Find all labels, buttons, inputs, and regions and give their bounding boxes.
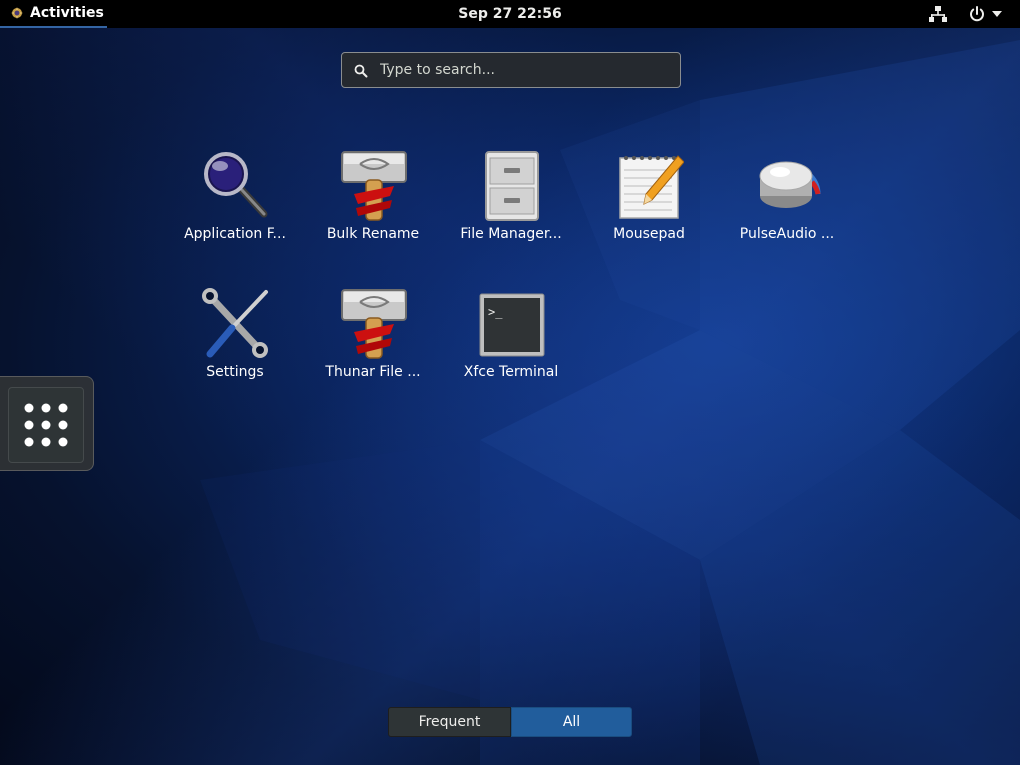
clock[interactable]: Sep 27 22:56 (458, 6, 561, 22)
dash (0, 376, 94, 471)
activities-label: Activities (30, 5, 104, 21)
app-label: Xfce Terminal (463, 364, 559, 380)
activities-button[interactable]: Activities (0, 0, 107, 28)
grid-icon (24, 403, 68, 447)
activities-logo-icon (10, 6, 24, 20)
hammer-icon (340, 150, 408, 222)
top-bar: Activities Sep 27 22:56 (0, 0, 1020, 28)
power-icon (968, 5, 986, 23)
app-pulseaudio[interactable]: PulseAudio ... (718, 150, 856, 270)
tools-icon (202, 288, 270, 360)
app-label: Settings (206, 364, 264, 380)
volume-knob-icon (754, 150, 822, 222)
show-applications-button[interactable] (8, 387, 84, 463)
app-label: Mousepad (613, 226, 685, 242)
app-file-manager[interactable]: File Manager... (442, 150, 580, 270)
app-label: Bulk Rename (326, 226, 420, 242)
app-label: Application F... (184, 226, 286, 242)
search-icon (354, 63, 368, 78)
app-xfce-terminal[interactable]: >_ Xfce Terminal (442, 288, 580, 408)
view-switcher: Frequent All (388, 707, 632, 737)
notepad-icon (616, 150, 685, 222)
file-cabinet-icon (478, 150, 546, 222)
search-input[interactable] (378, 61, 672, 79)
tab-frequent[interactable]: Frequent (388, 707, 511, 737)
app-label: Thunar File ... (325, 364, 421, 380)
search-box[interactable] (341, 52, 681, 88)
app-settings[interactable]: Settings (166, 288, 304, 408)
network-icon[interactable] (928, 5, 948, 23)
app-application-finder[interactable]: Application F... (166, 150, 304, 270)
tab-all[interactable]: All (511, 707, 632, 737)
app-mousepad[interactable]: Mousepad (580, 150, 718, 270)
system-menu[interactable] (968, 4, 1012, 24)
app-label: PulseAudio ... (739, 226, 835, 242)
app-label: File Manager... (460, 226, 562, 242)
magnifier-icon (202, 150, 270, 222)
terminal-icon: >_ (478, 288, 546, 360)
app-bulk-rename[interactable]: Bulk Rename (304, 150, 442, 270)
svg-text:>_: >_ (488, 305, 503, 319)
hammer-icon (340, 288, 408, 360)
app-thunar[interactable]: Thunar File ... (304, 288, 442, 408)
chevron-down-icon (992, 11, 1002, 17)
